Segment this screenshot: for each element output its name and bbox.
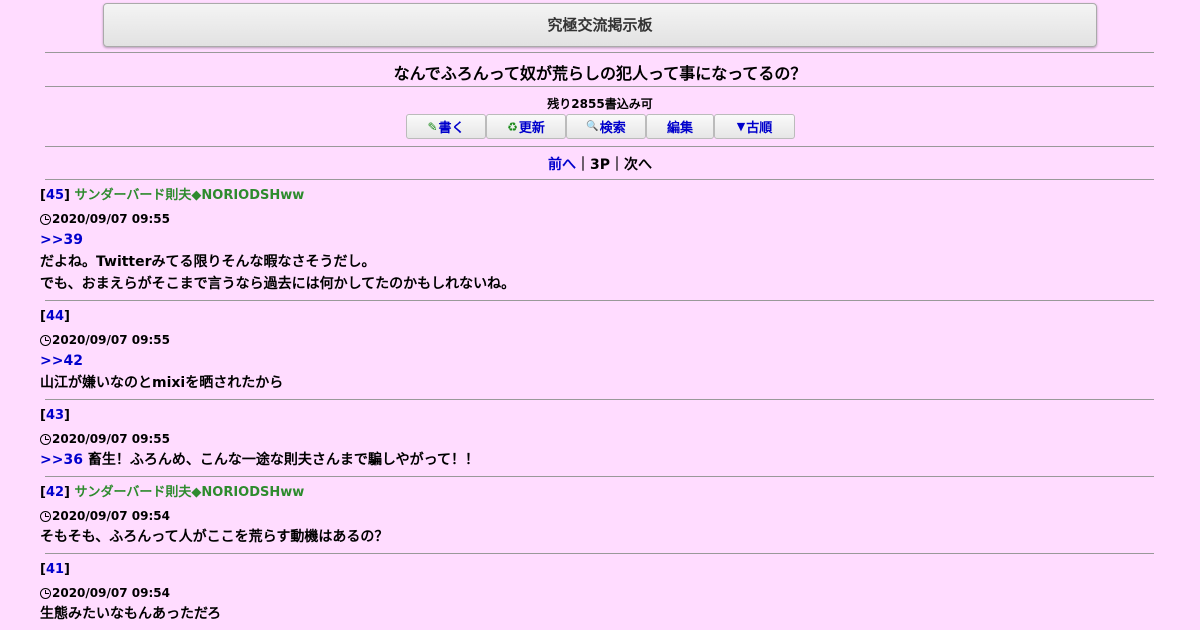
clock-icon: [40, 433, 51, 445]
divider: [45, 476, 1154, 477]
triangle-down-icon: ▼: [736, 120, 746, 133]
post-number-link[interactable]: 43: [46, 408, 64, 423]
post-timestamp: 2020/09/07 09:54: [52, 509, 170, 523]
post-body-line: >>39: [40, 230, 1154, 252]
pager-separator: ｜: [575, 157, 590, 173]
post-body-line: でも、おまえらがそこまで言うなら過去には何かしてたのかもしれないね。: [40, 276, 516, 292]
clock-icon: [40, 587, 51, 599]
post-body-line: 山江が嫌いなのとmixiを晒されたから: [40, 375, 284, 391]
thread-toolbar: ✎ 書く ♻ 更新 🔍 検索 編集 ▼ 古順: [406, 114, 795, 139]
post-timestamp: 2020/09/07 09:54: [52, 586, 170, 600]
clock-icon: [40, 213, 51, 225]
edit-button-label: 編集: [666, 121, 693, 136]
reply-anchor-link[interactable]: >>36: [40, 452, 83, 468]
post-number-link[interactable]: 44: [46, 309, 64, 324]
post-body-line: 生態みたいなもんあっただろ: [40, 606, 222, 622]
divider: [45, 300, 1154, 301]
write-button-label: 書く: [438, 121, 465, 136]
poster-name: サンダーバード則夫◆NORIODSHww: [74, 485, 305, 500]
post-header: [44]: [40, 309, 70, 324]
thread-title: なんでふろんって奴が荒らしの犯人って事になってるの？: [393, 64, 807, 83]
refresh-icon: ♻: [507, 119, 518, 134]
post-date: 2020/09/07 09:55: [40, 208, 1154, 230]
pager-separator: ｜: [610, 157, 624, 173]
post: [42] サンダーバード則夫◆NORIODSHww 2020/09/07 09:…: [40, 483, 1154, 549]
oldest-first-button[interactable]: ▼ 古順: [714, 114, 795, 139]
post-timestamp: 2020/09/07 09:55: [52, 333, 170, 347]
oldest-first-button-label: 古順: [746, 121, 773, 136]
divider: [45, 52, 1154, 53]
pager: 前へ｜3P｜次へ: [0, 154, 1200, 174]
post-timestamp: 2020/09/07 09:55: [52, 212, 170, 226]
post: [41] 2020/09/07 09:54 生態みたいなもんあっただろ: [40, 560, 1154, 626]
prev-page-link[interactable]: 前へ: [548, 157, 576, 173]
post-header: [45] サンダーバード則夫◆NORIODSHww: [40, 188, 305, 203]
divider: [45, 553, 1154, 554]
remaining-posts-count: 残り2855書込み可: [547, 97, 653, 111]
refresh-button-label: 更新: [518, 121, 545, 136]
post-number-link[interactable]: 41: [46, 562, 64, 577]
post-body-text: 畜生！ふろんめ、こんな一途な則夫さんまで騙しやがって！！: [82, 452, 479, 468]
divider: [45, 399, 1154, 400]
divider: [45, 86, 1154, 87]
search-button[interactable]: 🔍 検索: [566, 114, 646, 139]
write-button[interactable]: ✎ 書く: [406, 114, 486, 139]
search-icon: 🔍: [586, 121, 599, 132]
clock-icon: [40, 334, 51, 346]
refresh-button[interactable]: ♻ 更新: [486, 114, 566, 139]
post: [43] 2020/09/07 09:55 >>36 畜生！ふろんめ、こんな一途…: [40, 406, 1154, 472]
post-date: 2020/09/07 09:55: [40, 329, 1154, 351]
board-title[interactable]: 究極交流掲示板: [103, 3, 1097, 47]
reply-anchor-link[interactable]: >>42: [40, 353, 83, 369]
post-body-line: >>36 畜生！ふろんめ、こんな一途な則夫さんまで騙しやがって！！: [40, 450, 1154, 472]
poster-name: サンダーバード則夫◆NORIODSHww: [74, 188, 305, 203]
divider: [45, 146, 1154, 147]
post: [44] 2020/09/07 09:55 >>42 山江が嫌いなのとmixiを…: [40, 307, 1154, 395]
post-timestamp: 2020/09/07 09:55: [52, 432, 170, 446]
post-number-link[interactable]: 42: [46, 485, 64, 500]
post: [45] サンダーバード則夫◆NORIODSHww 2020/09/07 09:…: [40, 186, 1154, 296]
post-body-line: だよね。Twitterみてる限りそんな暇なさそうだし。: [40, 254, 376, 270]
search-button-label: 検索: [599, 121, 626, 136]
post-date: 2020/09/07 09:54: [40, 582, 1154, 604]
reply-anchor-link[interactable]: >>39: [40, 232, 83, 248]
divider: [45, 179, 1154, 180]
post-body-line: そもそも、ふろんって人がここを荒らす動機はあるの？: [40, 529, 389, 545]
post-date: 2020/09/07 09:54: [40, 505, 1154, 527]
edit-button[interactable]: 編集: [646, 114, 714, 139]
clock-icon: [40, 510, 51, 522]
current-page: 3P: [589, 157, 610, 173]
post-header: [41]: [40, 562, 70, 577]
post-date: 2020/09/07 09:55: [40, 428, 1154, 450]
post-header: [42] サンダーバード則夫◆NORIODSHww: [40, 485, 305, 500]
post-body-line: >>42: [40, 351, 1154, 373]
post-header: [43]: [40, 408, 70, 423]
post-number-link[interactable]: 45: [46, 188, 64, 203]
next-page-link[interactable]: 次へ: [624, 157, 652, 173]
pencil-icon: ✎: [427, 119, 438, 134]
